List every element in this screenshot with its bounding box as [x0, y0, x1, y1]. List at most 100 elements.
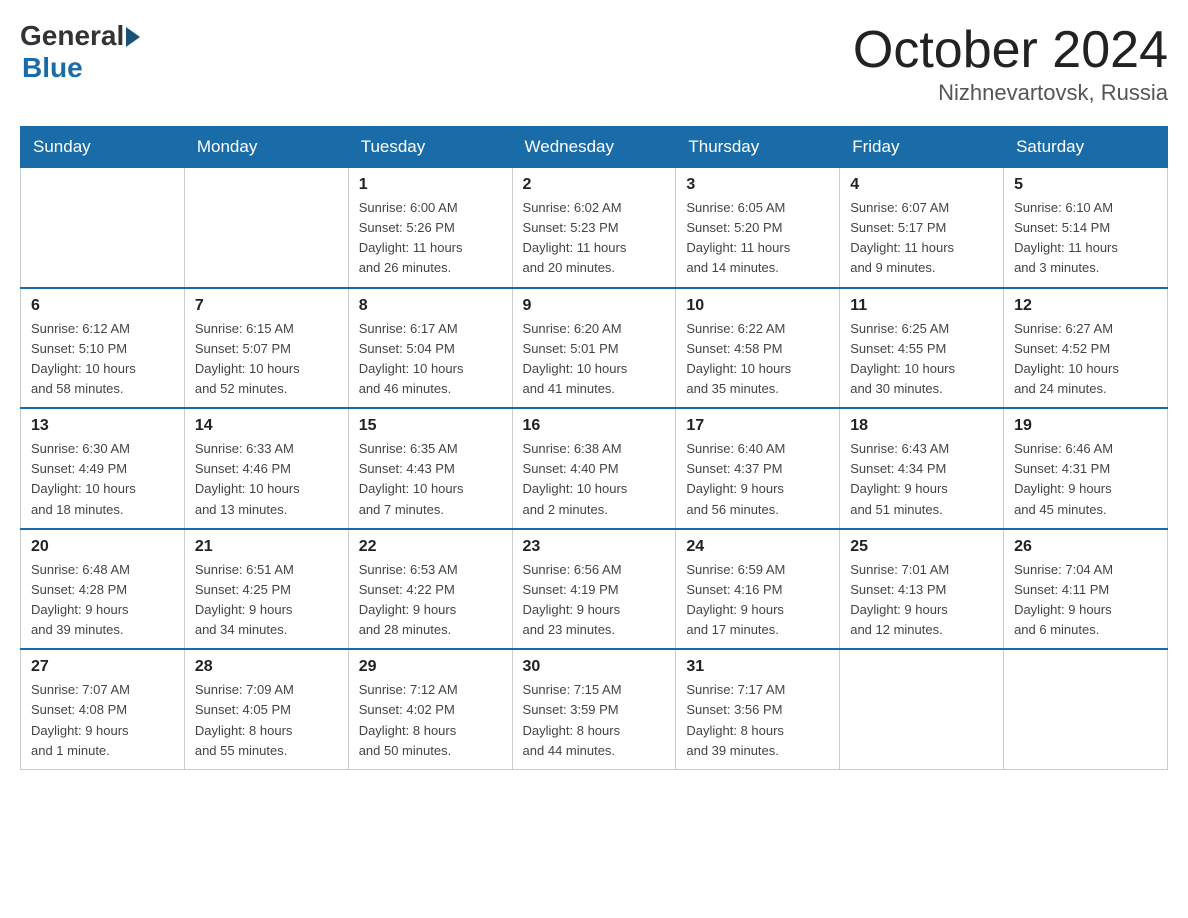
day-info: Sunrise: 6:53 AMSunset: 4:22 PMDaylight:… — [359, 560, 502, 641]
day-number: 17 — [686, 417, 829, 435]
logo-arrow-icon — [126, 27, 140, 47]
day-info: Sunrise: 7:17 AMSunset: 3:56 PMDaylight:… — [686, 680, 829, 761]
table-cell: 17 Sunrise: 6:40 AMSunset: 4:37 PMDayligh… — [676, 408, 840, 529]
day-number: 26 — [1014, 538, 1157, 556]
day-info: Sunrise: 6:25 AMSunset: 4:55 PMDaylight:… — [850, 319, 993, 400]
day-number: 8 — [359, 297, 502, 315]
day-number: 16 — [523, 417, 666, 435]
day-info: Sunrise: 6:43 AMSunset: 4:34 PMDaylight:… — [850, 439, 993, 520]
day-number: 9 — [523, 297, 666, 315]
table-cell: 15 Sunrise: 6:35 AMSunset: 4:43 PMDayligh… — [348, 408, 512, 529]
table-cell: 5 Sunrise: 6:10 AMSunset: 5:14 PMDaylight… — [1004, 168, 1168, 288]
table-cell: 16 Sunrise: 6:38 AMSunset: 4:40 PMDayligh… — [512, 408, 676, 529]
day-number: 23 — [523, 538, 666, 556]
table-cell: 8 Sunrise: 6:17 AMSunset: 5:04 PMDaylight… — [348, 288, 512, 409]
day-info: Sunrise: 6:10 AMSunset: 5:14 PMDaylight:… — [1014, 198, 1157, 279]
weekday-header-wednesday: Wednesday — [512, 127, 676, 168]
weekday-header-thursday: Thursday — [676, 127, 840, 168]
day-info: Sunrise: 6:33 AMSunset: 4:46 PMDaylight:… — [195, 439, 338, 520]
day-info: Sunrise: 7:09 AMSunset: 4:05 PMDaylight:… — [195, 680, 338, 761]
day-info: Sunrise: 6:27 AMSunset: 4:52 PMDaylight:… — [1014, 319, 1157, 400]
location-text: Nizhnevartovsk, Russia — [853, 80, 1168, 106]
table-cell: 2 Sunrise: 6:02 AMSunset: 5:23 PMDaylight… — [512, 168, 676, 288]
day-number: 25 — [850, 538, 993, 556]
day-info: Sunrise: 6:46 AMSunset: 4:31 PMDaylight:… — [1014, 439, 1157, 520]
day-info: Sunrise: 6:30 AMSunset: 4:49 PMDaylight:… — [31, 439, 174, 520]
day-info: Sunrise: 6:35 AMSunset: 4:43 PMDaylight:… — [359, 439, 502, 520]
table-cell: 20Sunrise: 6:48 AMSunset: 4:28 PMDayligh… — [21, 529, 185, 650]
table-cell: 21 Sunrise: 6:51 AMSunset: 4:25 PMDayligh… — [184, 529, 348, 650]
logo-blue-text: Blue — [22, 52, 83, 84]
table-cell: 9 Sunrise: 6:20 AMSunset: 5:01 PMDaylight… — [512, 288, 676, 409]
day-info: Sunrise: 7:15 AMSunset: 3:59 PMDaylight:… — [523, 680, 666, 761]
table-cell — [21, 168, 185, 288]
table-cell: 31 Sunrise: 7:17 AMSunset: 3:56 PMDayligh… — [676, 649, 840, 769]
table-cell: 24 Sunrise: 6:59 AMSunset: 4:16 PMDayligh… — [676, 529, 840, 650]
day-info: Sunrise: 6:15 AMSunset: 5:07 PMDaylight:… — [195, 319, 338, 400]
day-number: 7 — [195, 297, 338, 315]
weekday-header-sunday: Sunday — [21, 127, 185, 168]
week-row-4: 20Sunrise: 6:48 AMSunset: 4:28 PMDayligh… — [21, 529, 1168, 650]
table-cell: 27 Sunrise: 7:07 AMSunset: 4:08 PMDayligh… — [21, 649, 185, 769]
calendar-table: SundayMondayTuesdayWednesdayThursdayFrid… — [20, 126, 1168, 770]
weekday-header-row: SundayMondayTuesdayWednesdayThursdayFrid… — [21, 127, 1168, 168]
page-header: General Blue October 2024 Nizhnevartovsk… — [20, 20, 1168, 106]
day-number: 13 — [31, 417, 174, 435]
table-cell: 4Sunrise: 6:07 AMSunset: 5:17 PMDaylight… — [840, 168, 1004, 288]
logo: General Blue — [20, 20, 140, 84]
day-info: Sunrise: 6:22 AMSunset: 4:58 PMDaylight:… — [686, 319, 829, 400]
month-title: October 2024 — [853, 20, 1168, 80]
day-info: Sunrise: 6:12 AMSunset: 5:10 PMDaylight:… — [31, 319, 174, 400]
week-row-2: 6 Sunrise: 6:12 AMSunset: 5:10 PMDaylight… — [21, 288, 1168, 409]
day-number: 4 — [850, 176, 993, 194]
table-cell: 1Sunrise: 6:00 AMSunset: 5:26 PMDaylight… — [348, 168, 512, 288]
weekday-header-friday: Friday — [840, 127, 1004, 168]
table-cell — [840, 649, 1004, 769]
day-number: 20 — [31, 538, 174, 556]
day-info: Sunrise: 6:05 AMSunset: 5:20 PMDaylight:… — [686, 198, 829, 279]
day-number: 22 — [359, 538, 502, 556]
day-number: 24 — [686, 538, 829, 556]
day-info: Sunrise: 7:07 AMSunset: 4:08 PMDaylight:… — [31, 680, 174, 761]
day-number: 2 — [523, 176, 666, 194]
weekday-header-saturday: Saturday — [1004, 127, 1168, 168]
day-number: 5 — [1014, 176, 1157, 194]
day-number: 28 — [195, 658, 338, 676]
day-info: Sunrise: 7:04 AMSunset: 4:11 PMDaylight:… — [1014, 560, 1157, 641]
table-cell: 29Sunrise: 7:12 AMSunset: 4:02 PMDayligh… — [348, 649, 512, 769]
day-info: Sunrise: 6:02 AMSunset: 5:23 PMDaylight:… — [523, 198, 666, 279]
day-info: Sunrise: 6:56 AMSunset: 4:19 PMDaylight:… — [523, 560, 666, 641]
week-row-3: 13 Sunrise: 6:30 AMSunset: 4:49 PMDayligh… — [21, 408, 1168, 529]
table-cell: 22 Sunrise: 6:53 AMSunset: 4:22 PMDayligh… — [348, 529, 512, 650]
week-row-5: 27 Sunrise: 7:07 AMSunset: 4:08 PMDayligh… — [21, 649, 1168, 769]
table-cell: 28 Sunrise: 7:09 AMSunset: 4:05 PMDayligh… — [184, 649, 348, 769]
day-number: 29 — [359, 658, 502, 676]
week-row-1: 1Sunrise: 6:00 AMSunset: 5:26 PMDaylight… — [21, 168, 1168, 288]
day-number: 10 — [686, 297, 829, 315]
day-number: 15 — [359, 417, 502, 435]
table-cell: 12 Sunrise: 6:27 AMSunset: 4:52 PMDayligh… — [1004, 288, 1168, 409]
day-number: 21 — [195, 538, 338, 556]
day-info: Sunrise: 7:01 AMSunset: 4:13 PMDaylight:… — [850, 560, 993, 641]
day-number: 27 — [31, 658, 174, 676]
table-cell: 18 Sunrise: 6:43 AMSunset: 4:34 PMDayligh… — [840, 408, 1004, 529]
day-info: Sunrise: 6:51 AMSunset: 4:25 PMDaylight:… — [195, 560, 338, 641]
day-number: 14 — [195, 417, 338, 435]
table-cell — [1004, 649, 1168, 769]
day-number: 6 — [31, 297, 174, 315]
day-info: Sunrise: 6:40 AMSunset: 4:37 PMDaylight:… — [686, 439, 829, 520]
table-cell: 30Sunrise: 7:15 AMSunset: 3:59 PMDayligh… — [512, 649, 676, 769]
day-number: 12 — [1014, 297, 1157, 315]
table-cell: 6 Sunrise: 6:12 AMSunset: 5:10 PMDaylight… — [21, 288, 185, 409]
day-number: 19 — [1014, 417, 1157, 435]
table-cell: 13 Sunrise: 6:30 AMSunset: 4:49 PMDayligh… — [21, 408, 185, 529]
day-number: 31 — [686, 658, 829, 676]
table-cell: 19 Sunrise: 6:46 AMSunset: 4:31 PMDayligh… — [1004, 408, 1168, 529]
logo-general-text: General — [20, 20, 124, 52]
day-info: Sunrise: 6:38 AMSunset: 4:40 PMDaylight:… — [523, 439, 666, 520]
day-info: Sunrise: 6:17 AMSunset: 5:04 PMDaylight:… — [359, 319, 502, 400]
table-cell — [184, 168, 348, 288]
day-info: Sunrise: 6:59 AMSunset: 4:16 PMDaylight:… — [686, 560, 829, 641]
day-number: 18 — [850, 417, 993, 435]
day-info: Sunrise: 6:20 AMSunset: 5:01 PMDaylight:… — [523, 319, 666, 400]
